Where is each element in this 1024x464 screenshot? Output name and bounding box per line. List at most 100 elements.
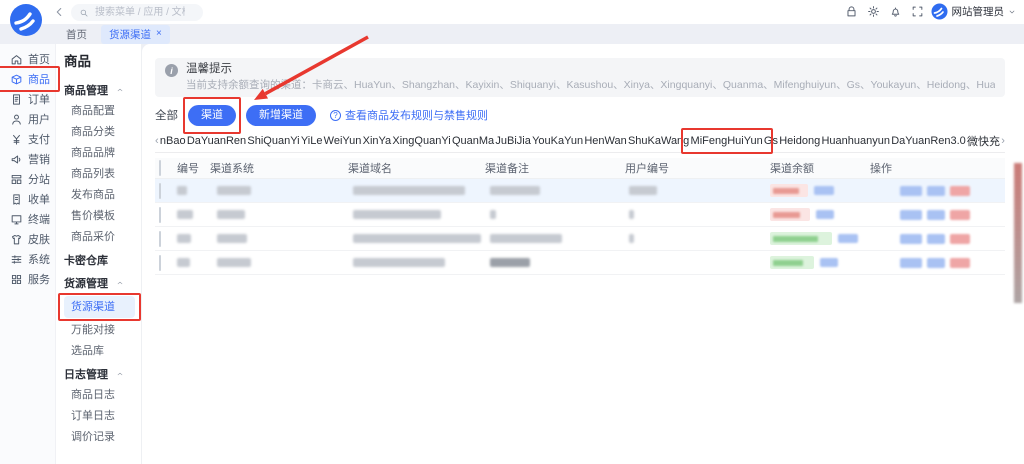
submenu-item-goods-log[interactable]: 商品日志 xyxy=(64,385,135,406)
redacted-text xyxy=(490,234,562,243)
submenu-item-goods-list[interactable]: 商品列表 xyxy=(64,164,135,185)
submenu-group-log-management[interactable]: 日志管理 xyxy=(64,362,135,385)
channel-tab-QuanMa[interactable]: QuanMa xyxy=(452,135,494,147)
scroll-left-icon[interactable]: ‹ xyxy=(155,135,159,147)
column-header: 渠道备注 xyxy=(485,160,625,176)
lock-icon[interactable] xyxy=(845,5,858,18)
action-link[interactable] xyxy=(927,186,945,196)
rail-item-service[interactable]: 服务 xyxy=(0,269,55,289)
rail-item-goods[interactable]: 商品 xyxy=(0,69,55,89)
balance-badge xyxy=(770,184,808,197)
submenu-group-supply-management[interactable]: 货源管理 xyxy=(64,271,135,294)
submenu-item-goods-category[interactable]: 商品分类 xyxy=(64,122,135,143)
action-link[interactable] xyxy=(950,258,970,268)
cell-domain xyxy=(348,208,485,222)
redacted-text xyxy=(353,258,445,267)
rail-item-users[interactable]: 用户 xyxy=(0,109,55,129)
rail-item-collection[interactable]: 收单 xyxy=(0,189,55,209)
select-all-cell xyxy=(155,161,177,175)
submenu-item-supply-channel[interactable]: 货源渠道 xyxy=(64,296,135,318)
submenu-item-universal-connect[interactable]: 万能对接 xyxy=(64,320,135,341)
refresh-balance-link[interactable] xyxy=(816,210,834,219)
action-link[interactable] xyxy=(927,210,945,220)
close-tab-icon[interactable]: × xyxy=(156,29,162,39)
scroll-right-icon[interactable]: › xyxy=(1001,135,1005,147)
channel-tab-YouKaYun[interactable]: YouKaYun xyxy=(532,135,583,147)
channel-tab-ShuKaWang[interactable]: ShuKaWang xyxy=(628,135,689,147)
channel-tab-DaYuanRen[interactable]: DaYuanRen xyxy=(187,135,246,147)
rail-item-label: 营销 xyxy=(28,151,50,167)
channel-tab-nBao[interactable]: nBao xyxy=(160,135,186,147)
rail-item-label: 支付 xyxy=(28,131,50,147)
action-link[interactable] xyxy=(900,234,922,244)
rail-item-home[interactable]: 首页 xyxy=(0,49,55,69)
submenu-item-order-log[interactable]: 订单日志 xyxy=(64,406,135,427)
sidebar-collapse-icon[interactable] xyxy=(52,5,66,19)
channel-tab-HenWan[interactable]: HenWan xyxy=(584,135,626,147)
action-link[interactable] xyxy=(927,258,945,268)
action-link[interactable] xyxy=(950,186,970,196)
action-link[interactable] xyxy=(950,234,970,244)
row-checkbox[interactable] xyxy=(159,207,161,223)
channel-tab-YiLe[interactable]: YiLe xyxy=(301,135,323,147)
row-checkbox[interactable] xyxy=(159,255,161,271)
action-link[interactable] xyxy=(927,234,945,244)
channel-tab-DaYuanRen3.0[interactable]: DaYuanRen3.0 xyxy=(891,135,966,147)
redacted-text xyxy=(773,188,799,194)
select-all-checkbox[interactable] xyxy=(159,160,161,176)
row-checkbox[interactable] xyxy=(159,183,161,199)
submenu-item-goods-brand[interactable]: 商品品牌 xyxy=(64,143,135,164)
channel-tab-MiFengHuiYun[interactable]: MiFengHuiYun xyxy=(691,135,763,147)
row-checkbox[interactable] xyxy=(159,231,161,247)
rail-item-label: 商品 xyxy=(28,71,50,87)
rail-item-payment[interactable]: 支付 xyxy=(0,129,55,149)
channel-filter-button[interactable]: 渠道 xyxy=(188,105,236,126)
channel-tab-ShiQuanYi[interactable]: ShiQuanYi xyxy=(247,135,299,147)
submenu-group-goods-management[interactable]: 商品管理 xyxy=(64,78,135,101)
settings-icon[interactable] xyxy=(867,5,880,18)
refresh-balance-link[interactable] xyxy=(820,258,838,267)
page-tab-货源渠道[interactable]: 货源渠道× xyxy=(101,25,170,44)
rail-item-marketing[interactable]: 营销 xyxy=(0,149,55,169)
channel-tab-Heidong[interactable]: Heidong xyxy=(779,135,820,147)
channel-tab-Huanhuanyun[interactable]: Huanhuanyun xyxy=(821,135,890,147)
rail-item-substation[interactable]: 分站 xyxy=(0,169,55,189)
bell-icon[interactable] xyxy=(889,5,902,18)
all-filter-button[interactable]: 全部 xyxy=(155,107,178,123)
channel-tab-XinYa[interactable]: XinYa xyxy=(363,135,392,147)
submenu-item-goods-pricing[interactable]: 商品采价 xyxy=(64,227,135,248)
rules-help-link[interactable]: ? 查看商品发布规则与禁售规则 xyxy=(330,107,488,123)
icon-sidebar: 首页商品订单用户支付营销分站收单终端皮肤系统服务 xyxy=(0,44,56,464)
submenu-group-card-warehouse[interactable]: 卡密仓库 xyxy=(64,248,135,271)
submenu-item-publish-goods[interactable]: 发布商品 xyxy=(64,185,135,206)
action-link[interactable] xyxy=(900,186,922,196)
channel-tab-Gs[interactable]: Gs xyxy=(764,135,778,147)
refresh-balance-link[interactable] xyxy=(814,186,834,195)
action-link[interactable] xyxy=(900,210,922,220)
submenu-item-price-template[interactable]: 售价模板 xyxy=(64,206,135,227)
rail-item-system[interactable]: 系统 xyxy=(0,249,55,269)
fullscreen-icon[interactable] xyxy=(911,5,924,18)
rail-item-terminal[interactable]: 终端 xyxy=(0,209,55,229)
add-channel-button[interactable]: 新增渠道 xyxy=(246,105,316,126)
submenu-item-price-adjust-log[interactable]: 调价记录 xyxy=(64,427,135,448)
action-link[interactable] xyxy=(950,210,970,220)
global-search[interactable] xyxy=(71,4,203,21)
action-link[interactable] xyxy=(900,258,922,268)
app-logo-icon xyxy=(9,3,43,37)
cell-note xyxy=(485,208,625,222)
user-menu[interactable]: 网站管理员 xyxy=(931,3,1017,20)
channel-tab-JuBiJia[interactable]: JuBiJia xyxy=(495,135,530,147)
search-input[interactable] xyxy=(93,6,187,19)
rail-item-orders[interactable]: 订单 xyxy=(0,89,55,109)
refresh-balance-link[interactable] xyxy=(838,234,858,243)
submenu-item-goods-config[interactable]: 商品配置 xyxy=(64,101,135,122)
channel-tab-WeiYun[interactable]: WeiYun xyxy=(324,135,362,147)
order-icon xyxy=(10,93,23,106)
rail-item-label: 用户 xyxy=(28,111,50,127)
page-tab-首页[interactable]: 首页 xyxy=(58,25,95,44)
submenu-item-selection-library[interactable]: 选品库 xyxy=(64,341,135,362)
channel-tab-XingQuanYi[interactable]: XingQuanYi xyxy=(392,135,450,147)
rail-item-skin[interactable]: 皮肤 xyxy=(0,229,55,249)
channel-tab-微快充[interactable]: 微快充 xyxy=(967,133,1000,149)
